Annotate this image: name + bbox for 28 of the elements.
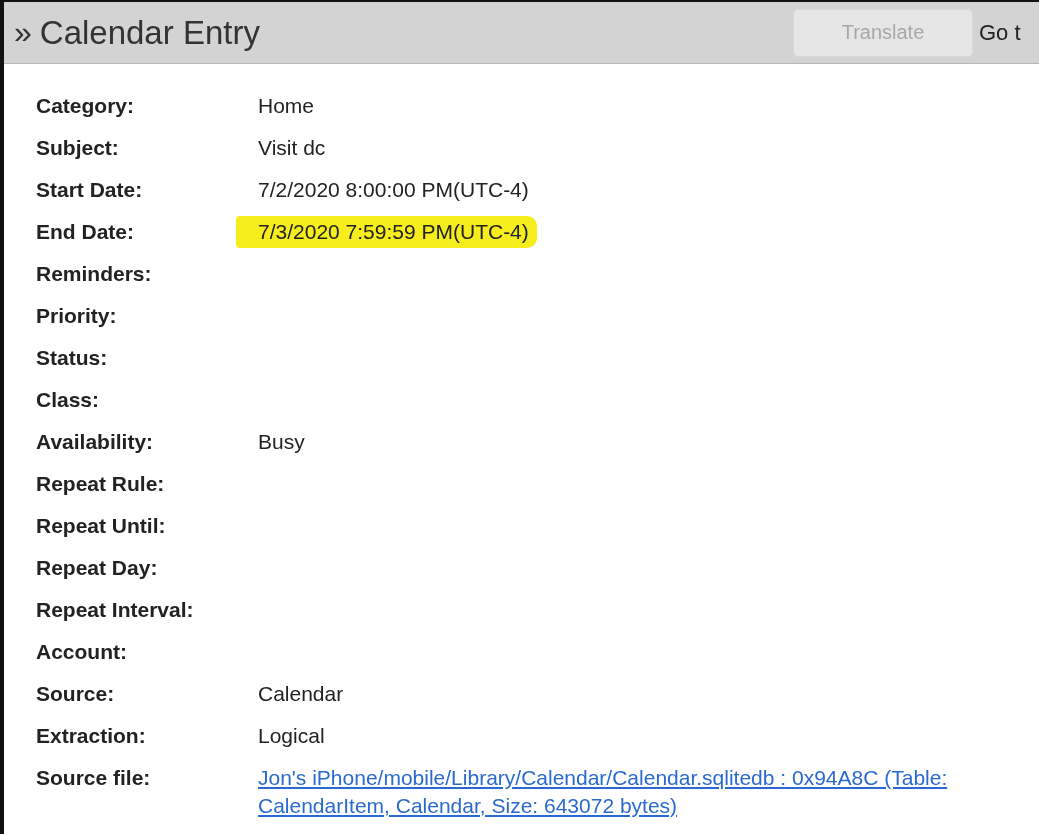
field-label: Repeat Until: [36,513,166,539]
field-label: Start Date: [36,177,143,203]
field-label: Reminders: [36,261,152,287]
field-label: Source: [36,681,115,707]
field-label: Class: [36,387,100,413]
field-value: 7/2/2020 8:00:00 PM(UTC-4) [258,177,529,203]
double-chevron-icon: » [14,14,32,51]
field-label: Source file: [36,765,151,791]
field-label: Repeat Day: [36,555,158,581]
field-value: Visit dc [258,135,326,161]
field-label: Repeat Interval: [36,597,194,623]
field-label: Account: [36,639,127,665]
field-value: Calendar [258,681,344,707]
field-label: Availability: [36,429,154,455]
field-value: Logical [258,723,325,749]
field-value: Home [258,93,315,119]
highlighted-field-value: 7/3/2020 7:59:59 PM(UTC-4) [236,216,537,248]
field-label: End Date: [36,219,134,245]
source-file-link[interactable]: Jon's iPhone/mobile/Library/Calendar/Calendar.sqlitedb : 0x94A8C (Table: CalendarItem, Calendar, Size: 643072 bytes) [258,764,1033,820]
field-label: Extraction: [36,723,146,749]
field-label: Category: [36,93,135,119]
field-label: Priority: [36,303,117,329]
field-label: Subject: [36,135,119,161]
field-value: Busy [258,429,305,455]
field-label: Status: [36,345,108,371]
panel-title: Calendar Entry [39,13,261,52]
go-to-link[interactable]: Go t [979,19,1039,46]
field-label: Repeat Rule: [36,471,165,497]
